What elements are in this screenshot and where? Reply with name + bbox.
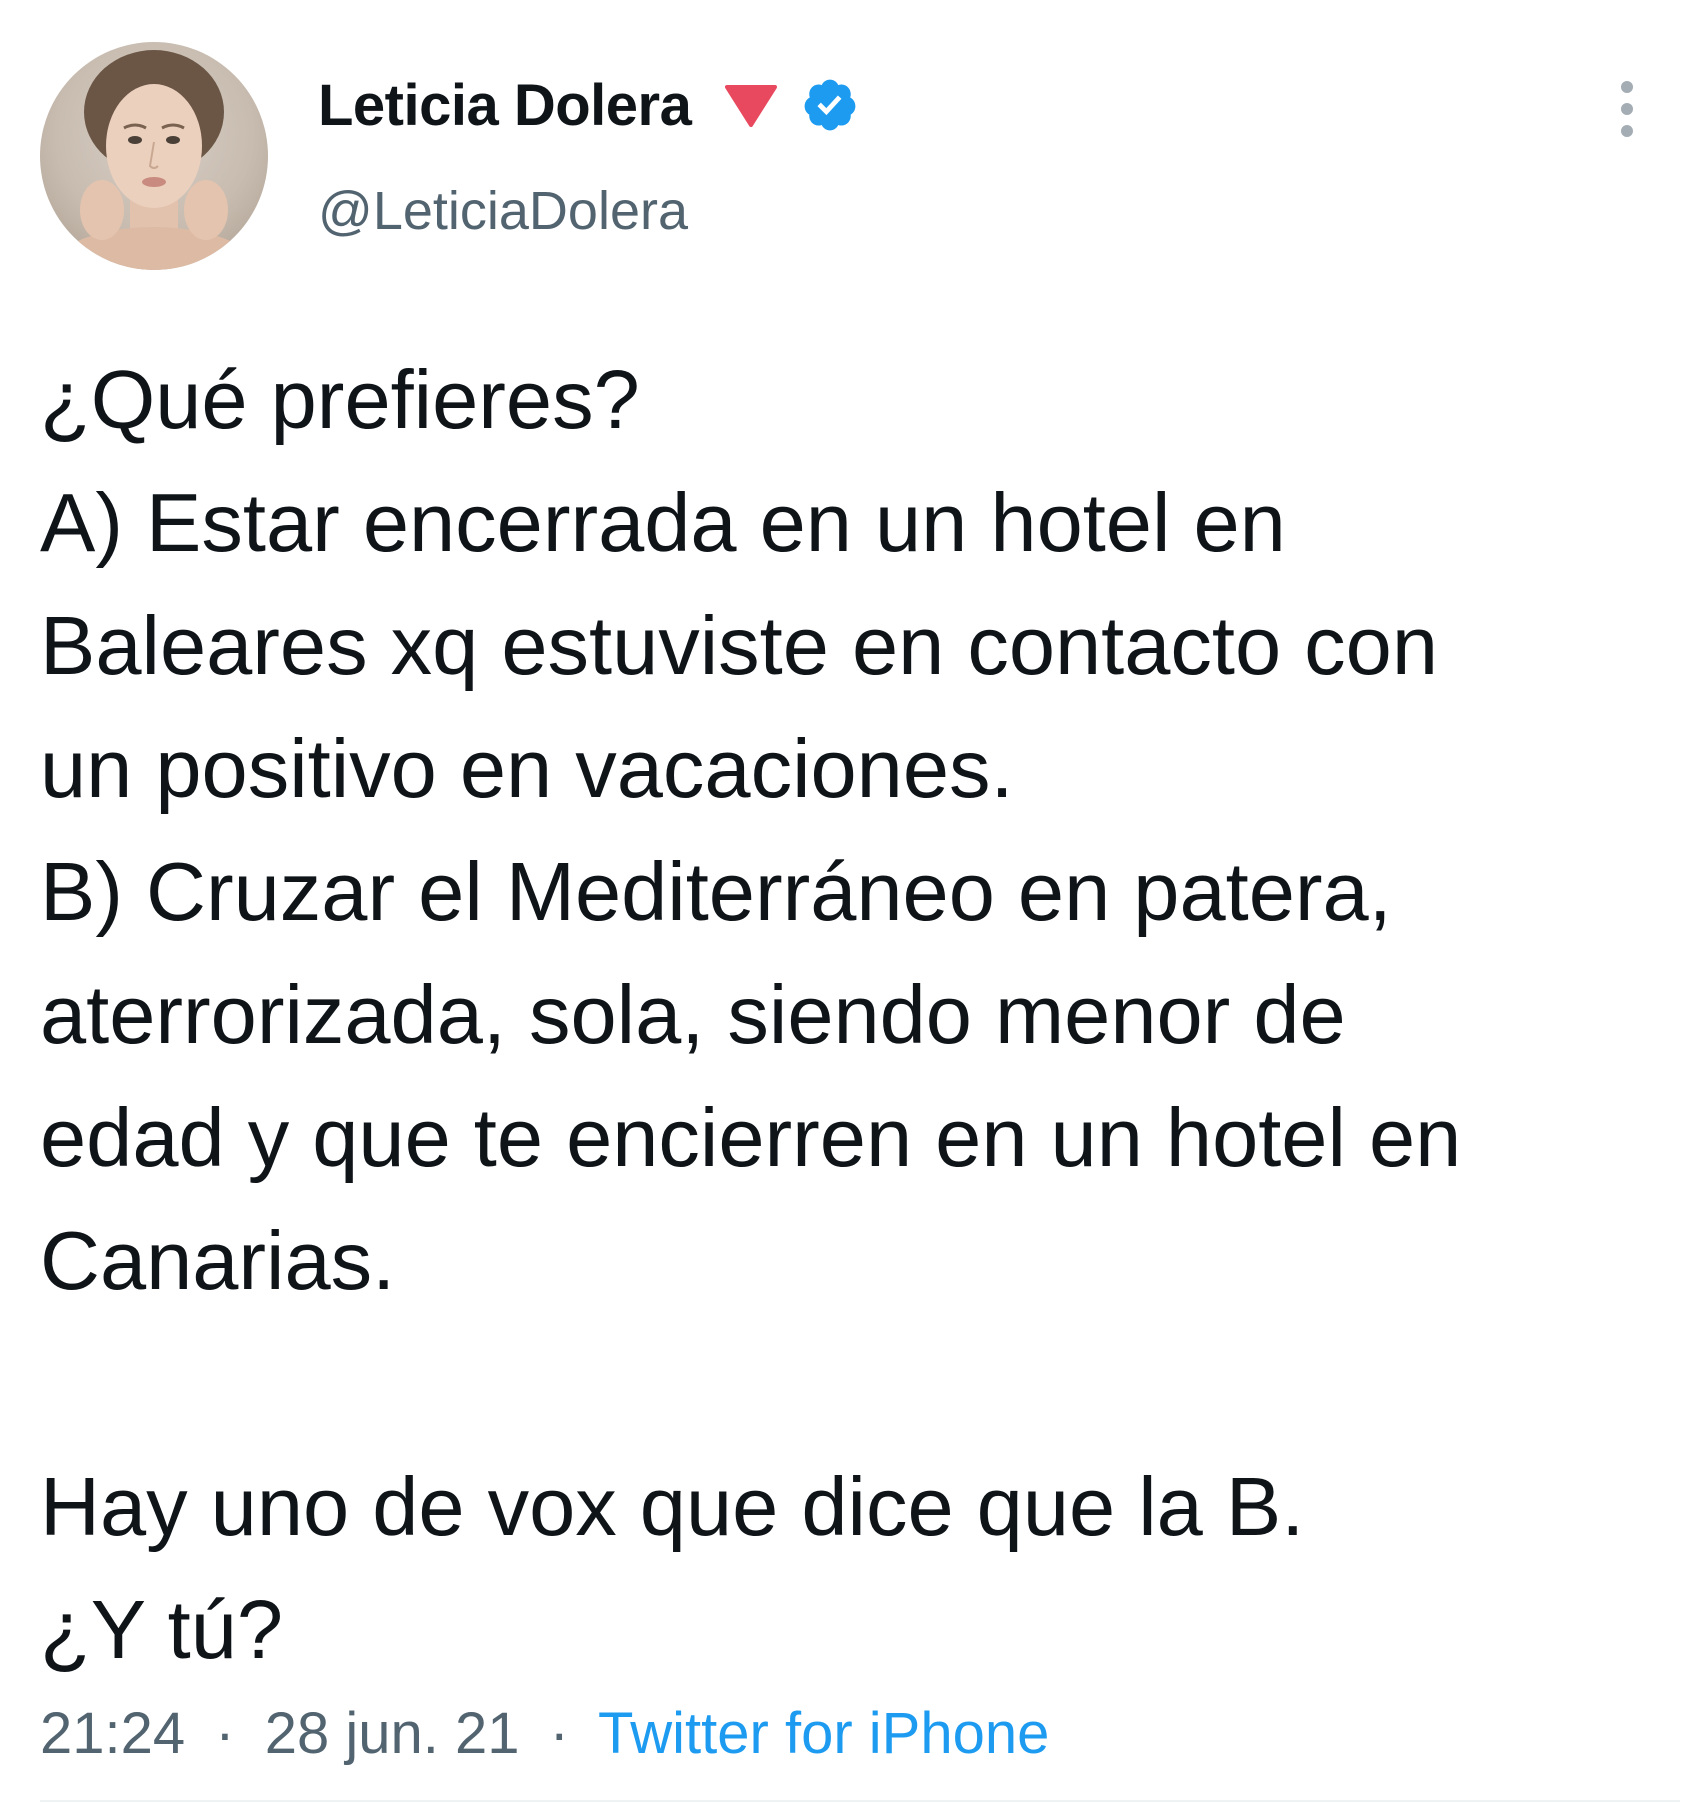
tweet-text-line: un positivo en vacaciones. bbox=[40, 722, 1014, 815]
tweet-source-link[interactable]: Twitter for iPhone bbox=[598, 1701, 1049, 1766]
tweet-meta: 21:24 · 28 jun. 21 · Twitter for iPhone bbox=[40, 1700, 1049, 1767]
tweet-text-blank-line bbox=[40, 1322, 1680, 1445]
tweet-text: ¿Qué prefieres? A) Estar encerrada en un… bbox=[40, 338, 1680, 1691]
more-options-icon[interactable] bbox=[1612, 78, 1642, 140]
red-triangle-icon bbox=[725, 85, 778, 127]
tweet-text-line: Hay uno de vox que dice que la B. bbox=[40, 1460, 1305, 1553]
author-handle[interactable]: @LeticiaDolera bbox=[318, 180, 688, 242]
tweet-text-line: B) Cruzar el Mediterráneo en patera, bbox=[40, 845, 1392, 938]
author-display-name[interactable]: Leticia Dolera bbox=[318, 72, 692, 139]
tweet-text-line: ¿Y tú? bbox=[40, 1583, 284, 1676]
meta-separator: · bbox=[215, 1701, 235, 1766]
tweet-header: Leticia Dolera @LeticiaDolera bbox=[0, 0, 1706, 290]
tweet-text-line: Baleares xq estuviste en contacto con bbox=[40, 599, 1438, 692]
tweet-text-line: edad y que te encierren en un hotel en bbox=[40, 1091, 1462, 1184]
tweet-text-line: aterrorizada, sola, siendo menor de bbox=[40, 968, 1346, 1061]
avatar-portrait-icon bbox=[45, 50, 263, 270]
meta-separator: · bbox=[549, 1701, 569, 1766]
tweet-text-line: ¿Qué prefieres? bbox=[40, 353, 640, 446]
author-name-row: Leticia Dolera bbox=[318, 70, 859, 140]
tweet: Leticia Dolera @LeticiaDolera ¿Qué prefi… bbox=[0, 0, 1706, 1811]
tweet-text-line: Canarias. bbox=[40, 1214, 396, 1307]
tweet-time[interactable]: 21:24 bbox=[40, 1701, 185, 1766]
tweet-text-line: A) Estar encerrada en un hotel en bbox=[40, 476, 1286, 569]
verified-badge-icon bbox=[804, 79, 856, 131]
tweet-date[interactable]: 28 jun. 21 bbox=[265, 1701, 520, 1766]
avatar[interactable] bbox=[40, 42, 268, 270]
divider bbox=[40, 1800, 1680, 1802]
